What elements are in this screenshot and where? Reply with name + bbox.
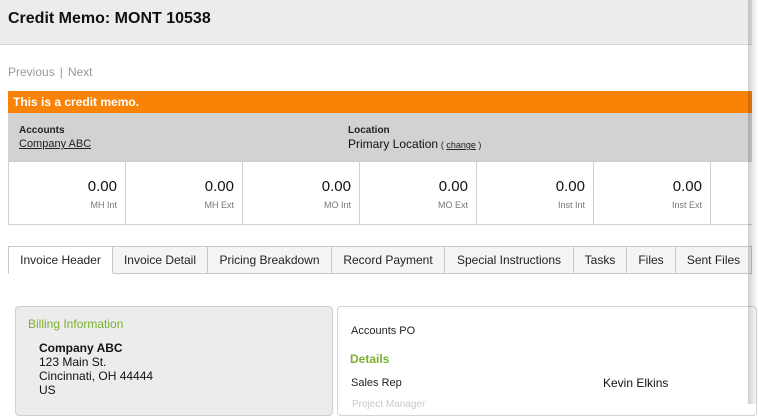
tab-pricing-breakdown[interactable]: Pricing Breakdown	[208, 246, 332, 274]
previous-link[interactable]: Previous	[8, 65, 55, 79]
invoice-tabs: Invoice Header Invoice Detail Pricing Br…	[8, 246, 752, 274]
billing-heading: Billing Information	[28, 317, 124, 331]
accounts-block: Accounts Company ABC	[19, 125, 91, 150]
stat-value: 0.00	[204, 178, 234, 195]
stat-value: 0.00	[555, 178, 585, 195]
stat-caption: MH Ext	[204, 200, 234, 210]
stat-caption: MO Int	[323, 200, 351, 210]
tab-invoice-detail[interactable]: Invoice Detail	[113, 246, 208, 274]
stat-caption: Inst Ext	[671, 200, 702, 210]
accounts-label: Accounts	[19, 125, 65, 136]
change-close-paren: )	[478, 140, 482, 150]
stat-caption: Inst Int	[557, 200, 585, 210]
change-location: ( change )	[441, 140, 482, 150]
nav-separator: |	[59, 65, 63, 79]
details-heading: Details	[350, 352, 390, 366]
tab-special-instructions[interactable]: Special Instructions	[445, 246, 574, 274]
sales-rep-value: Kevin Elkins	[603, 376, 669, 390]
billing-information-panel: Billing Information Company ABC 123 Main…	[15, 306, 333, 416]
stat-inst-ext: 0.00 Inst Ext	[594, 162, 711, 224]
details-panel: Accounts PO Details Sales Rep Kevin Elki…	[337, 306, 757, 416]
accounts-link[interactable]: Company ABC	[19, 138, 91, 150]
stat-value: 0.00	[672, 178, 702, 195]
account-info-strip: Accounts Company ABC Location Primary Lo…	[8, 113, 752, 161]
stat-caption: MH Int	[90, 200, 117, 210]
location-value: Primary Location	[348, 137, 439, 151]
stat-caption: MO Ext	[437, 200, 468, 210]
stat-mh-int: 0.00 MH Int	[9, 162, 126, 224]
page-edge-shadow	[748, 0, 758, 404]
page: Credit Memo: MONT 10538 Previous | Next Th…	[0, 0, 757, 416]
credit-memo-banner: This is a credit memo.	[8, 91, 752, 113]
next-link[interactable]: Next	[68, 65, 93, 79]
location-label: Location	[348, 125, 390, 136]
tab-invoice-header[interactable]: Invoice Header	[8, 246, 113, 274]
accounts-po-label: Accounts PO	[351, 325, 416, 337]
stat-mo-int: 0.00 MO Int	[243, 162, 360, 224]
billing-city: Cincinnati, OH 44444	[39, 369, 154, 383]
stat-mh-ext: 0.00 MH Ext	[126, 162, 243, 224]
billing-company-name: Company ABC	[39, 341, 123, 355]
billing-country: US	[39, 383, 56, 397]
project-manager-label: Project Manager	[352, 399, 426, 410]
title-bar: Credit Memo: MONT 10538	[0, 0, 752, 45]
change-location-link[interactable]: change	[446, 140, 476, 150]
banner-text: This is a credit memo.	[13, 95, 140, 109]
tab-files[interactable]: Files	[627, 246, 676, 274]
location-block: Location Primary Location ( change )	[348, 125, 481, 151]
stat-value: 0.00	[438, 178, 468, 195]
record-nav: Previous | Next	[8, 65, 93, 79]
billing-address: Company ABC 123 Main St. Cincinnati, OH …	[39, 341, 153, 397]
page-title: Credit Memo: MONT 10538	[8, 10, 211, 27]
stat-value: 0.00	[321, 178, 351, 195]
stat-value: 0.00	[87, 178, 117, 195]
billing-street: 123 Main St.	[39, 355, 107, 369]
tab-record-payment[interactable]: Record Payment	[332, 246, 445, 274]
tab-sent-files[interactable]: Sent Files	[676, 246, 752, 274]
stat-mo-ext: 0.00 MO Ext	[360, 162, 477, 224]
hours-stats: 0.00 MH Int 0.00 MH Ext 0.00 MO Int 0.00…	[8, 161, 752, 225]
stat-inst-int: 0.00 Inst Int	[477, 162, 594, 224]
change-open-paren: (	[440, 140, 444, 150]
tab-tasks[interactable]: Tasks	[574, 246, 627, 274]
sales-rep-label: Sales Rep	[351, 377, 402, 389]
